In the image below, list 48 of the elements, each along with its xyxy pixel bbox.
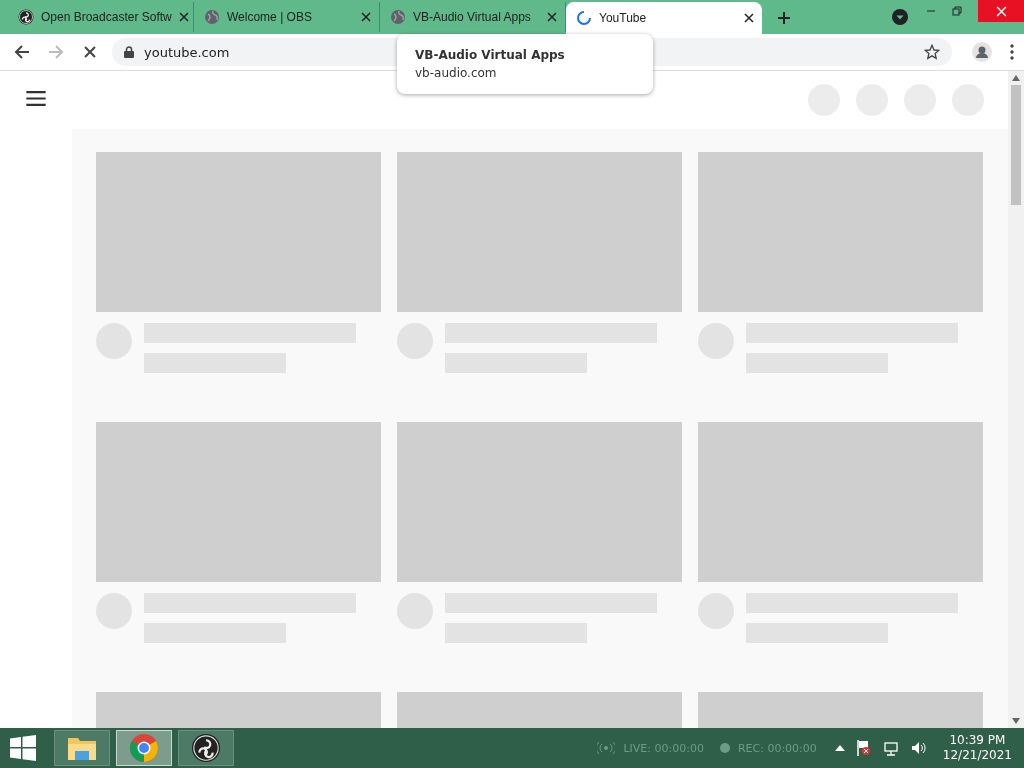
browser-tab[interactable]: YouTube	[566, 2, 762, 34]
rec-status: REC: 00:00:00	[737, 741, 817, 755]
star-icon[interactable]	[924, 44, 940, 60]
live-status: LIVE: 00:00:00	[623, 741, 704, 755]
globe-icon	[390, 9, 406, 25]
browser-tab[interactable]: Welcome | OBS	[194, 2, 380, 32]
scroll-down-icon[interactable]	[1012, 718, 1020, 724]
close-icon	[995, 5, 1007, 17]
taskbar-app[interactable]	[178, 730, 234, 766]
menu-icon[interactable]	[1010, 44, 1014, 60]
clock-date[interactable]: 12/21/2021	[942, 748, 1012, 763]
scrollbar[interactable]	[1008, 71, 1024, 728]
globe-icon	[204, 9, 220, 25]
clock-time[interactable]: 10:39 PM	[949, 733, 1006, 748]
tab-title: YouTube	[599, 11, 648, 25]
obs-logo-icon	[18, 9, 34, 25]
flag-icon[interactable]	[856, 740, 871, 756]
loading-spinner-icon	[576, 10, 592, 26]
chrome-logo-icon	[129, 733, 159, 763]
close-icon[interactable]	[547, 12, 557, 22]
tray-arrow-icon[interactable]	[834, 745, 845, 751]
obs-logo-icon	[191, 733, 221, 763]
volume-icon[interactable]	[910, 741, 927, 755]
tab-title: Open Broadcaster Softw	[41, 10, 172, 24]
close-icon[interactable]	[744, 13, 754, 23]
record-dot-icon	[719, 743, 730, 753]
scroll-up-icon[interactable]	[1012, 75, 1020, 81]
windows-logo-icon[interactable]	[10, 735, 36, 761]
browser-tab[interactable]: Open Broadcaster Softw	[8, 2, 194, 32]
menu-icon[interactable]	[26, 90, 46, 106]
tooltip-url: vb-audio.com	[415, 66, 498, 80]
profile-icon[interactable]	[972, 42, 992, 62]
stop-icon[interactable]	[82, 44, 98, 60]
lock-icon	[124, 46, 134, 58]
close-icon[interactable]	[178, 12, 189, 22]
network-icon[interactable]	[882, 740, 899, 756]
tab-title: Welcome | OBS	[227, 10, 313, 24]
tooltip-title: VB-Audio Virtual Apps	[415, 48, 566, 62]
close-window-button[interactable]	[978, 0, 1024, 22]
close-icon[interactable]	[361, 12, 371, 22]
tab-search-icon[interactable]	[892, 9, 908, 25]
browser-tab[interactable]: VB-Audio Virtual Apps	[380, 2, 566, 32]
back-icon[interactable]	[14, 44, 30, 60]
restore-icon[interactable]	[952, 6, 962, 16]
broadcast-icon	[597, 742, 616, 754]
new-tab-icon[interactable]	[778, 12, 790, 24]
tab-title: VB-Audio Virtual Apps	[413, 10, 532, 24]
scrollbar-thumb[interactable]	[1011, 85, 1021, 205]
